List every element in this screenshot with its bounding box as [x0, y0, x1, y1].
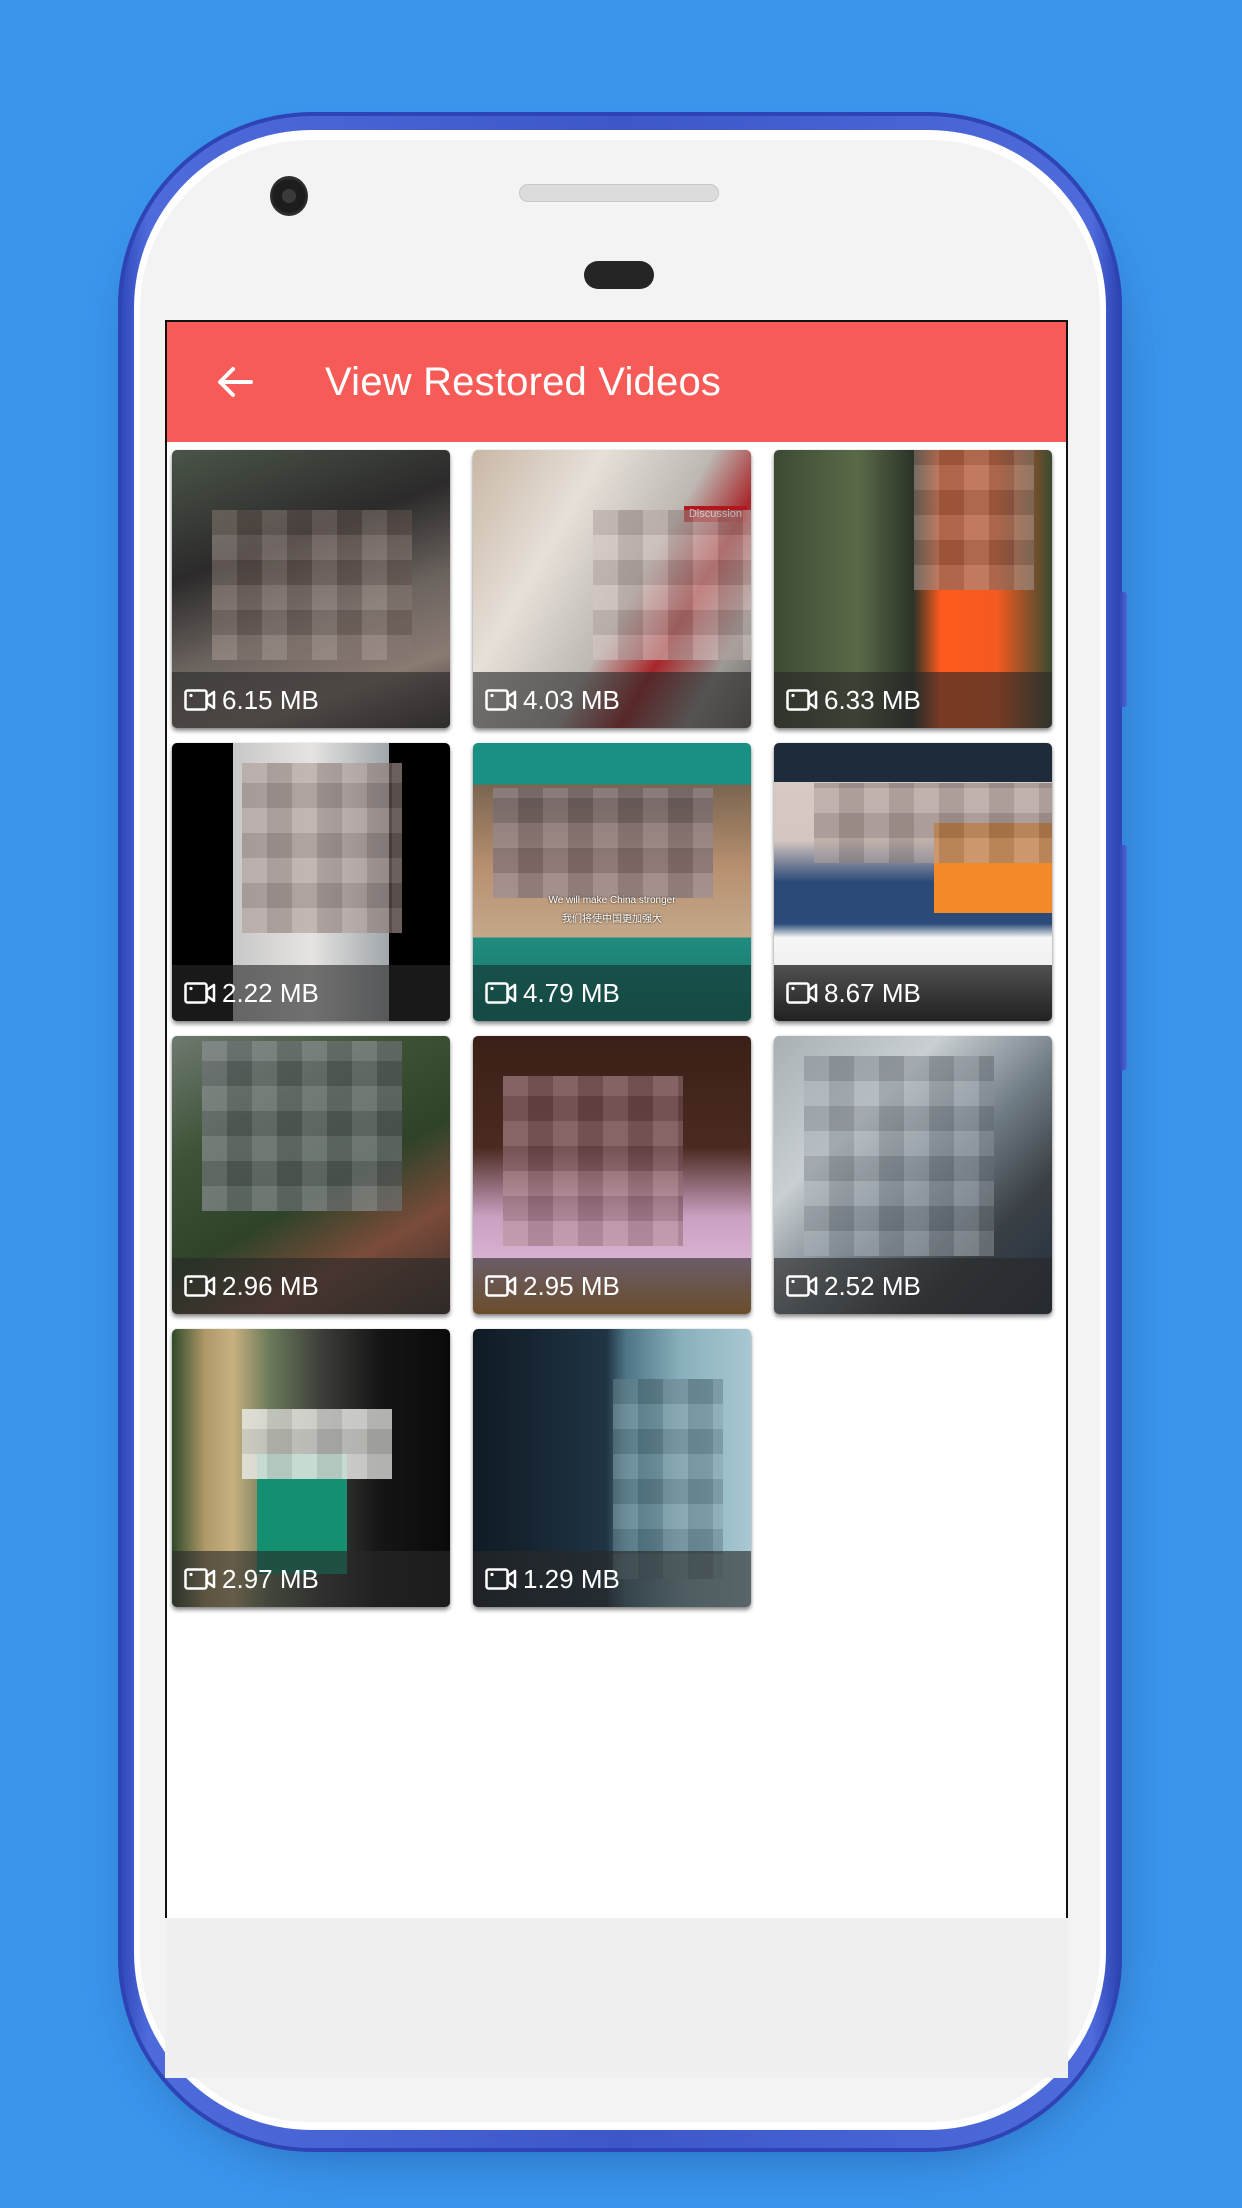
video-caption: 2.52 MB [774, 1258, 1052, 1314]
video-caption: 6.33 MB [774, 672, 1052, 728]
video-camera-icon [184, 689, 216, 711]
video-item[interactable]: 2.52 MB [774, 1036, 1052, 1314]
pixelated-region [814, 783, 1052, 863]
video-item[interactable]: 1.29 MB [473, 1329, 751, 1607]
phone-chin [165, 1918, 1068, 2078]
subtitle-text: We will make China stronger [548, 895, 676, 906]
pixelated-region [593, 510, 751, 660]
subtitle-text-chinese: 我们将使中国更加强大 [562, 914, 662, 925]
video-caption: 4.79 MB [473, 965, 751, 1021]
video-caption: 2.95 MB [473, 1258, 751, 1314]
file-size: 2.96 MB [222, 1270, 319, 1301]
video-item[interactable]: 2.97 MB [172, 1329, 450, 1607]
video-camera-icon [786, 1275, 818, 1297]
front-camera [270, 176, 308, 216]
pixelated-region [242, 763, 402, 933]
video-caption: 8.67 MB [774, 965, 1052, 1021]
video-item[interactable]: 2.22 MB [172, 743, 450, 1021]
pixelated-region [493, 788, 713, 898]
video-caption: 1.29 MB [473, 1551, 751, 1607]
video-camera-icon [184, 1568, 216, 1590]
pixelated-region [804, 1056, 994, 1256]
video-item[interactable]: 2.95 MB [473, 1036, 751, 1314]
video-camera-icon [485, 689, 517, 711]
proximity-sensor [584, 261, 654, 289]
video-camera-icon [485, 1275, 517, 1297]
file-size: 8.67 MB [824, 977, 921, 1008]
app-screen: View Restored Videos 6.15 MB Discussion … [165, 320, 1068, 1918]
file-size: 2.22 MB [222, 977, 319, 1008]
video-item[interactable]: 2.96 MB [172, 1036, 450, 1314]
pixelated-region [212, 510, 412, 660]
arrow-left-icon [218, 367, 253, 397]
volume-button [1118, 845, 1127, 1070]
file-size: 4.79 MB [523, 977, 620, 1008]
file-size: 2.95 MB [523, 1270, 620, 1301]
video-camera-icon [184, 982, 216, 1004]
file-size: 4.03 MB [523, 684, 620, 715]
earpiece-speaker [519, 184, 719, 202]
video-caption: 2.96 MB [172, 1258, 450, 1314]
video-caption: 2.22 MB [172, 965, 450, 1021]
video-item[interactable]: Discussion 4.03 MB [473, 450, 751, 728]
file-size: 6.33 MB [824, 684, 921, 715]
pixelated-region [503, 1076, 683, 1246]
video-caption: 2.97 MB [172, 1551, 450, 1607]
video-caption: 4.03 MB [473, 672, 751, 728]
video-camera-icon [485, 1568, 517, 1590]
power-button [1118, 592, 1127, 707]
video-item[interactable]: 6.15 MB [172, 450, 450, 728]
video-item[interactable]: 6.33 MB [774, 450, 1052, 728]
app-bar: View Restored Videos [167, 322, 1066, 442]
pixelated-region [914, 450, 1034, 590]
file-size: 2.97 MB [222, 1563, 319, 1594]
video-item[interactable]: We will make China stronger 我们将使中国更加强大 4… [473, 743, 751, 1021]
pixelated-region [242, 1409, 392, 1479]
back-button[interactable] [205, 352, 265, 412]
video-caption: 6.15 MB [172, 672, 450, 728]
video-camera-icon [485, 982, 517, 1004]
video-item[interactable]: 8.67 MB [774, 743, 1052, 1021]
pixelated-region [202, 1041, 402, 1211]
file-size: 2.52 MB [824, 1270, 921, 1301]
video-camera-icon [786, 689, 818, 711]
file-size: 1.29 MB [523, 1563, 620, 1594]
pixelated-region [613, 1379, 723, 1579]
video-camera-icon [786, 982, 818, 1004]
video-camera-icon [184, 1275, 216, 1297]
page-title: View Restored Videos [325, 359, 722, 404]
file-size: 6.15 MB [222, 684, 319, 715]
